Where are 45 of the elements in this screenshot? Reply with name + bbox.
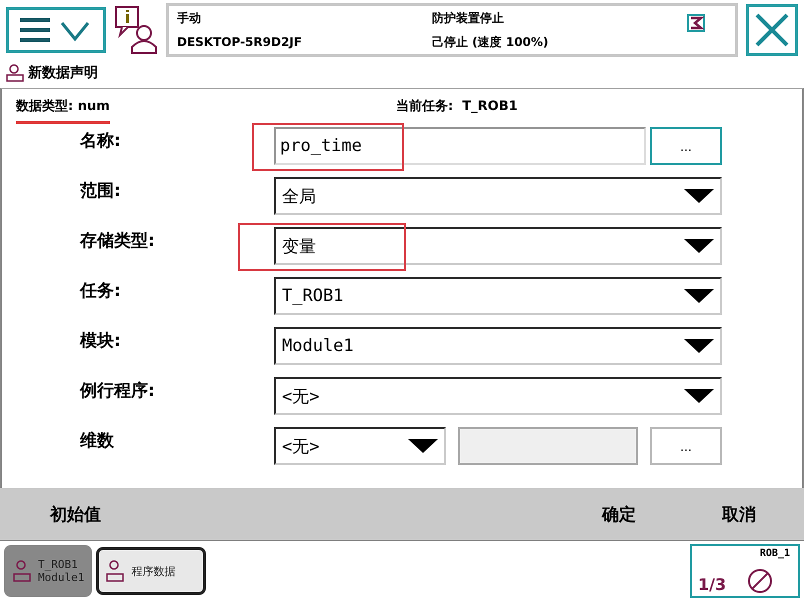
- data-type-text: 数据类型: num: [16, 97, 110, 124]
- field-label: 任务:: [78, 280, 122, 303]
- quickset-button[interactable]: ROB_1 1/3: [690, 544, 800, 598]
- data-icon: [6, 64, 24, 82]
- dropdown[interactable]: Module1: [274, 327, 722, 365]
- dropdown-arrow-icon: [684, 189, 714, 203]
- command-button[interactable]: 初始值: [0, 488, 101, 540]
- safety-text: 防护装置停止: [432, 10, 505, 26]
- menu-button[interactable]: [6, 7, 106, 53]
- command-button[interactable]: 确定: [564, 488, 674, 540]
- dropdown-arrow-icon: [684, 239, 714, 253]
- dropdown[interactable]: <无>: [274, 427, 446, 465]
- taskbar-item[interactable]: 程序数据: [96, 547, 206, 595]
- menu-icon: [20, 18, 90, 42]
- dropdown-arrow-icon: [408, 439, 438, 453]
- close-button[interactable]: [746, 4, 798, 56]
- field-label: 例行程序:: [78, 380, 156, 403]
- dropdown-arrow-icon: [684, 389, 714, 403]
- dropdown[interactable]: <无>: [274, 377, 722, 415]
- controller-name: DESKTOP-5R9D2JF: [177, 35, 303, 49]
- dropdown[interactable]: 全局: [274, 177, 722, 215]
- dropdown[interactable]: 变量: [274, 227, 722, 265]
- page-title: 新数据声明: [28, 64, 98, 82]
- command-button[interactable]: 取消: [674, 488, 804, 540]
- browse-button[interactable]: ...: [650, 427, 722, 465]
- event-log-icon: [687, 14, 705, 32]
- dropdown-arrow-icon: [684, 339, 714, 353]
- close-icon: [754, 12, 790, 48]
- dimension-field[interactable]: [458, 427, 638, 465]
- name-field[interactable]: pro_time: [274, 127, 646, 165]
- operator-info-icon[interactable]: [114, 5, 158, 55]
- taskbar-item[interactable]: T_ROB1 Module1: [4, 545, 92, 597]
- dropdown-arrow-icon: [684, 289, 714, 303]
- run-state-text: 己停止 (速度 100%): [432, 34, 550, 50]
- field-label: 模块:: [78, 330, 122, 353]
- data-icon: [105, 559, 126, 583]
- browse-button[interactable]: ...: [650, 127, 722, 165]
- current-task-text: 当前任务: T_ROB1: [396, 98, 518, 116]
- field-label: 存储类型:: [78, 230, 156, 253]
- field-label: 维数: [79, 430, 115, 453]
- dropdown[interactable]: T_ROB1: [274, 277, 722, 315]
- program-icon: [12, 559, 32, 583]
- mode-text: 手动: [177, 10, 202, 26]
- field-label: 范围:: [79, 180, 122, 203]
- field-label: 名称:: [78, 130, 122, 153]
